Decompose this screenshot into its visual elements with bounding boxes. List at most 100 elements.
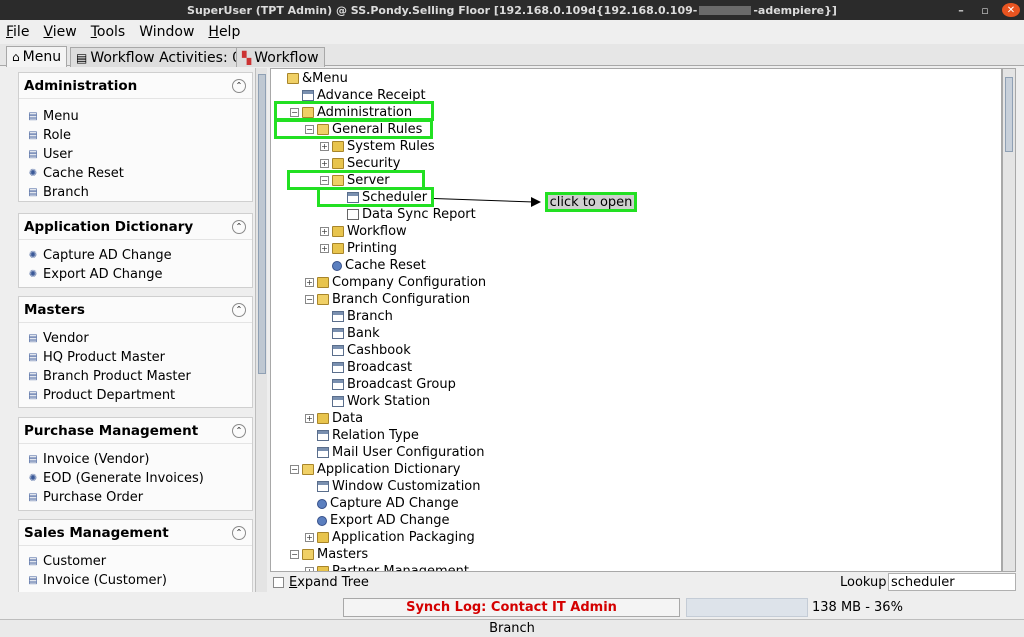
expand-icon[interactable]: + (320, 227, 329, 236)
panel-item-purchase-order[interactable]: ▤ Purchase Order (19, 488, 252, 507)
favorites-scrollbar[interactable] (255, 68, 267, 592)
tree-node-data[interactable]: + Data (305, 410, 363, 427)
window-icon (302, 90, 314, 101)
tree-node-window-customization[interactable]: Window Customization (305, 478, 481, 495)
panel-item-branch[interactable]: ▤ Branch (19, 183, 252, 202)
panel-item-label: Branch (43, 185, 89, 200)
tree-node-masters[interactable]: − Masters (290, 546, 368, 563)
tree-node-company-configuration[interactable]: + Company Configuration (305, 274, 486, 291)
menu-tree: &Menu Advance Receipt − Administration − Gene… (270, 68, 1002, 572)
tab-workflow-activities[interactable]: ▤ Workflow Activities: 0 (70, 47, 248, 67)
folder-icon (332, 141, 344, 152)
panel-item-label: Purchase Order (43, 490, 144, 505)
expand-icon[interactable]: + (320, 159, 329, 168)
menu-window[interactable]: Window (139, 24, 194, 40)
tree-node-label: Data (332, 411, 364, 426)
panel-item-customer[interactable]: ▤ Customer (19, 552, 252, 571)
collapse-icon[interactable]: ⌃ (232, 525, 246, 540)
panel-item-branch-product-master[interactable]: ▤ Branch Product Master (19, 367, 252, 386)
expand-icon[interactable]: + (305, 533, 314, 542)
minimize-button[interactable]: – (950, 0, 972, 20)
panel-item-eod-generate-invoices[interactable]: ✺ EOD (Generate Invoices) (19, 469, 252, 488)
tree-node-menu[interactable]: &Menu (275, 70, 348, 87)
panel-item-label: Invoice (Vendor) (43, 452, 150, 467)
tree-node-system-rules[interactable]: + System Rules (320, 138, 435, 155)
close-button[interactable]: ✕ (1002, 3, 1020, 17)
expand-icon[interactable]: + (305, 414, 314, 423)
panel-item-user[interactable]: ▤ User (19, 145, 252, 164)
tree-node-label: &Menu (302, 71, 348, 86)
collapse-icon[interactable]: ⌃ (232, 78, 246, 93)
lookup-input[interactable] (888, 573, 1016, 591)
collapse-icon[interactable]: ⌃ (232, 302, 246, 317)
tree-node-application-packaging[interactable]: + Application Packaging (305, 529, 475, 546)
panel-item-label: Branch Product Master (43, 369, 191, 384)
tree-node-workflow[interactable]: + Workflow (320, 223, 407, 240)
tree-node-cache-reset[interactable]: Cache Reset (320, 257, 426, 274)
tree-node-work-station[interactable]: Work Station (320, 393, 430, 410)
gear-icon: ✺ (28, 168, 38, 179)
tab-menu[interactable]: ⌂ Menu (6, 46, 68, 67)
menu-view-label: iew (52, 24, 77, 40)
synch-log-button[interactable]: Synch Log: Contact IT Admin (343, 598, 680, 617)
folder-icon (317, 277, 329, 288)
panel-item-cache-reset[interactable]: ✺ Cache Reset (19, 164, 252, 183)
menu-help[interactable]: Help (208, 24, 240, 40)
menu-file[interactable]: File (6, 24, 29, 40)
panel-title: Purchase Management (24, 422, 199, 439)
tree-node-broadcast[interactable]: Broadcast (320, 359, 412, 376)
tree-node-broadcast-group[interactable]: Broadcast Group (320, 376, 456, 393)
panel-item-export-ad-change[interactable]: ✺ Export AD Change (19, 265, 252, 284)
menu-tools[interactable]: Tools (91, 24, 126, 40)
tree-node-mail-user-configuration[interactable]: Mail User Configuration (305, 444, 484, 461)
panel-item-vendor[interactable]: ▤ Vendor (19, 329, 252, 348)
tree-scrollbar[interactable] (1002, 68, 1016, 572)
gear-icon: ✺ (28, 269, 38, 280)
expand-icon[interactable]: + (320, 244, 329, 253)
folder-icon (332, 158, 344, 169)
panel-item-role[interactable]: ▤ Role (19, 126, 252, 145)
menu-view[interactable]: View (43, 24, 76, 40)
menu-file-mnemonic: F (6, 24, 14, 40)
panel-sales-management: Sales Management ⌃ ▤ Customer ▤ Invoice (C… (18, 519, 253, 592)
tree-node-printing[interactable]: + Printing (320, 240, 397, 257)
expand-icon[interactable]: + (320, 142, 329, 151)
tree-node-label: Export AD Change (330, 513, 450, 528)
tree-node-application-dictionary[interactable]: − Application Dictionary (290, 461, 460, 478)
collapse-icon[interactable]: ⌃ (232, 219, 246, 234)
collapse-icon[interactable]: − (290, 550, 299, 559)
panel-item-hq-product-master[interactable]: ▤ HQ Product Master (19, 348, 252, 367)
tab-workflow[interactable]: ▚ Workflow (236, 47, 325, 67)
tab-workflow-activities-label: Workflow Activities: 0 (90, 49, 242, 66)
tree-node-cashbook[interactable]: Cashbook (320, 342, 411, 359)
tree-node-relation-type[interactable]: Relation Type (305, 427, 419, 444)
tree-node-branch[interactable]: Branch (320, 308, 393, 325)
window-icon: ▤ (28, 390, 38, 401)
expand-tree-label[interactable]: Expand Tree (289, 575, 369, 590)
tree-node-partner-management[interactable]: + Partner Management (305, 563, 469, 571)
tree-node-data-sync-report[interactable]: Data Sync Report (335, 206, 476, 223)
collapse-icon[interactable]: − (305, 295, 314, 304)
window-icon (317, 481, 329, 492)
menu-view-mnemonic: V (43, 24, 53, 40)
tree-node-export-ad-change[interactable]: Export AD Change (305, 512, 450, 529)
tree-node-capture-ad-change[interactable]: Capture AD Change (305, 495, 459, 512)
panel-application-dictionary: Application Dictionary ⌃ ✺ Capture AD Cha… (18, 213, 253, 288)
panel-item-invoice-customer[interactable]: ▤ Invoice (Customer) (19, 571, 252, 590)
tree-node-bank[interactable]: Bank (320, 325, 380, 342)
panel-item-product-department[interactable]: ▤ Product Department (19, 386, 252, 405)
panel-item-menu[interactable]: ▤ Menu (19, 107, 252, 126)
panel-header: Masters ⌃ (19, 297, 252, 323)
panel-item-capture-ad-change[interactable]: ✺ Capture AD Change (19, 246, 252, 265)
tree-node-branch-configuration[interactable]: − Branch Configuration (305, 291, 470, 308)
window-icon: ▤ (28, 575, 38, 586)
collapse-icon[interactable]: − (290, 465, 299, 474)
panel-item-invoice-vendor[interactable]: ▤ Invoice (Vendor) (19, 450, 252, 469)
expand-icon[interactable]: + (305, 278, 314, 287)
expand-tree-checkbox[interactable] (273, 576, 284, 588)
maximize-button[interactable]: ▫ (974, 0, 996, 20)
folder-open-icon (302, 464, 314, 475)
scrollbar-thumb[interactable] (1005, 77, 1013, 152)
scrollbar-thumb[interactable] (258, 74, 266, 374)
collapse-icon[interactable]: ⌃ (232, 423, 246, 438)
